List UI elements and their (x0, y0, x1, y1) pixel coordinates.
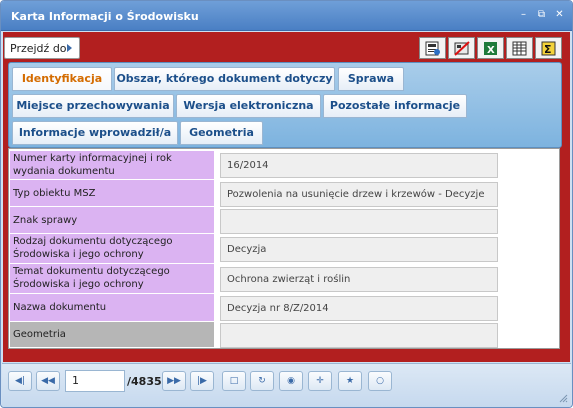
search-icon[interactable]: ◉ (279, 371, 303, 391)
field-label-temat-dokumentu: Temat dokumentu dotyczącego Środowiska i… (10, 264, 214, 294)
star-icon[interactable]: ★ (338, 371, 362, 391)
field-label-rodzaj-dokumentu: Rodzaj dokumentu dotyczącego Środowiska … (10, 234, 214, 264)
report-button[interactable] (419, 37, 446, 59)
identification-form: Numer karty informacyjnej i rok wydania … (8, 148, 560, 349)
field-label-typ-obiektu: Typ obiektu MSZ (10, 180, 214, 207)
chevron-right-icon (67, 44, 72, 52)
tab-geometria[interactable]: Geometria (180, 121, 263, 145)
first-page-icon[interactable]: ◀| (8, 371, 32, 391)
goto-label: Przejdź do (10, 42, 67, 55)
svg-text:X: X (487, 45, 495, 56)
sigma-icon: Σ (541, 41, 556, 56)
field-label-znak-sprawy: Znak sprawy (10, 207, 214, 234)
field-label-nazwa-dokumentu: Nazwa dokumentu (10, 294, 214, 322)
field-value-geometria[interactable] (220, 323, 498, 348)
tab-miejsce-przechowywania[interactable]: Miejsce przechowywania (12, 94, 174, 118)
folder-icon[interactable]: □ (222, 371, 246, 391)
total-records: /4835 (127, 375, 162, 388)
excel-export-button[interactable]: X (477, 37, 504, 59)
restore-icon[interactable]: ⧉ (535, 8, 548, 21)
no-map-icon (454, 41, 470, 56)
tab-obszar[interactable]: Obszar, którego dokument dotyczy (114, 67, 335, 91)
refresh-icon[interactable]: ↻ (250, 371, 274, 391)
field-value-nazwa-dokumentu[interactable]: Decyzja nr 8/Z/2014 (220, 296, 498, 321)
no-map-button[interactable] (448, 37, 475, 59)
tab-identyfikacja[interactable]: Identyfikacja (12, 67, 112, 91)
tab-sprawa[interactable]: Sprawa (338, 67, 404, 91)
previous-page-icon[interactable]: ◀◀ (36, 371, 60, 391)
window-title: Karta Informacji o Środowisku (11, 10, 199, 23)
field-value-typ-obiektu[interactable]: Pozwolenia na usunięcie drzew i krzewów … (220, 182, 498, 207)
circle-icon[interactable]: ○ (368, 371, 392, 391)
field-label-numer-karty: Numer karty informacyjnej i rok wydania … (10, 151, 214, 180)
move-icon[interactable]: ✛ (308, 371, 332, 391)
sum-button[interactable]: Σ (535, 37, 562, 59)
field-label-geometria: Geometria (10, 322, 214, 348)
report-icon (425, 41, 440, 56)
minimize-icon[interactable]: – (517, 8, 530, 21)
last-page-icon[interactable]: |▶ (190, 371, 214, 391)
field-value-numer-karty[interactable]: 16/2014 (220, 153, 498, 178)
field-value-rodzaj-dokumentu[interactable]: Decyzja (220, 237, 498, 262)
resize-grip-icon[interactable] (559, 394, 568, 403)
field-value-znak-sprawy[interactable] (220, 209, 498, 234)
karta-window: Karta Informacji o Środowisku – ⧉ ✕ Prze… (0, 0, 573, 408)
goto-dropdown[interactable]: Przejdź do (4, 37, 80, 59)
field-value-temat-dokumentu[interactable]: Ochrona zwierząt i roślin (220, 267, 498, 292)
next-page-icon[interactable]: ▶▶ (162, 371, 186, 391)
tab-informacje-wprowadzil[interactable]: Informacje wprowadził/a (12, 121, 178, 145)
close-icon[interactable]: ✕ (553, 8, 566, 21)
tab-pozostale-informacje[interactable]: Pozostałe informacje (323, 94, 467, 118)
title-bar[interactable]: Karta Informacji o Środowisku – ⧉ ✕ (1, 1, 572, 31)
table-icon (512, 41, 527, 56)
svg-text:Σ: Σ (544, 43, 552, 56)
excel-icon: X (484, 42, 497, 56)
tab-wersja-elektroniczna[interactable]: Wersja elektroniczna (176, 94, 321, 118)
table-view-button[interactable] (506, 37, 533, 59)
page-number-input[interactable]: 1 (65, 370, 125, 392)
